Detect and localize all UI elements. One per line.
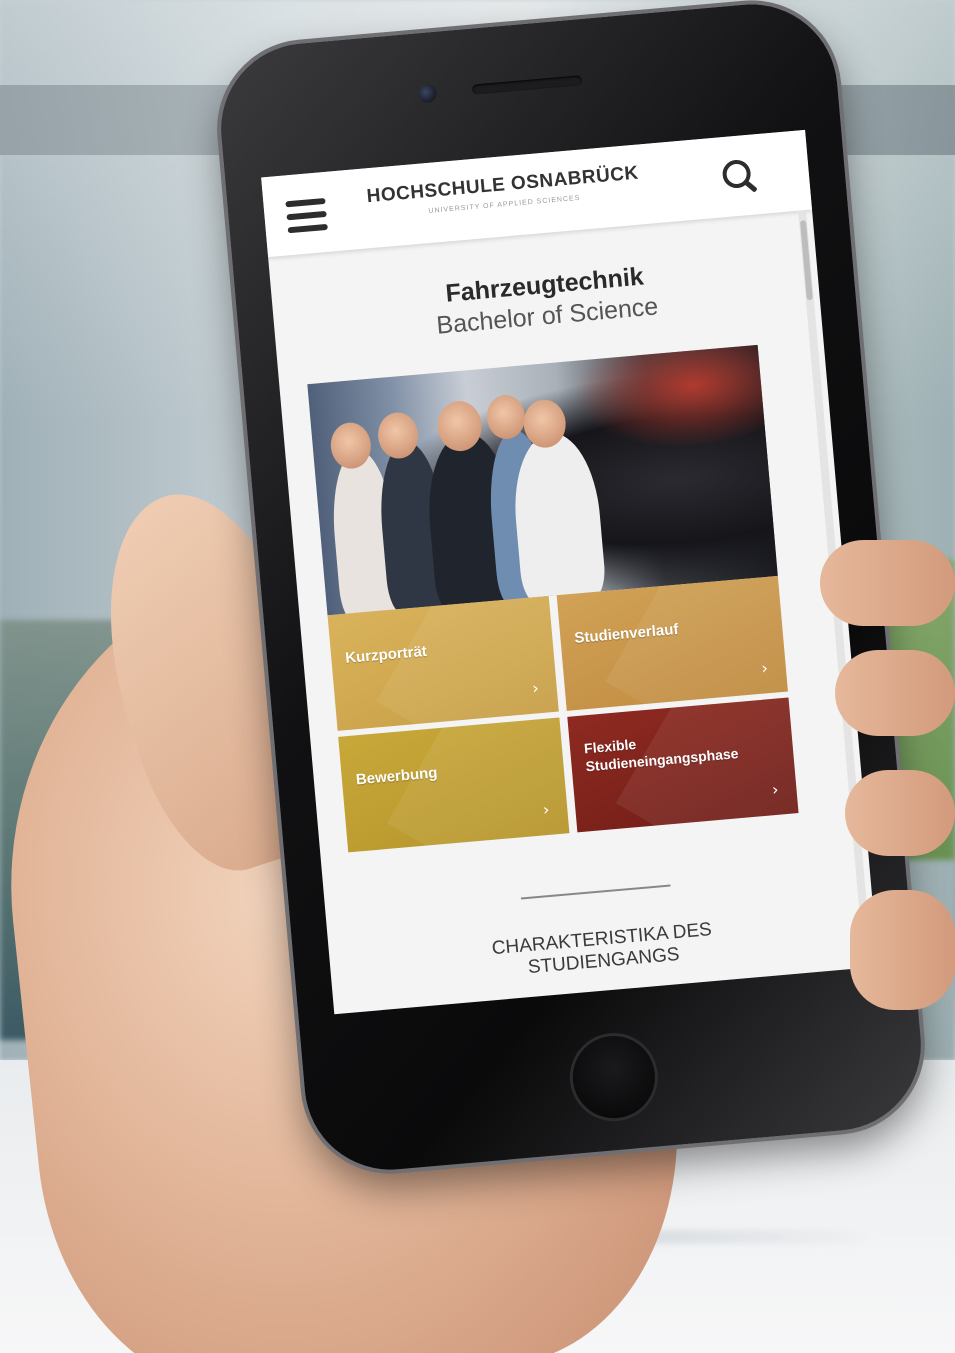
tile-label: Kurzporträt <box>344 642 428 667</box>
navigation-tiles: Kurzporträt › Studienverlauf › Bewerbung… <box>327 575 799 853</box>
finger <box>845 770 955 856</box>
finger <box>850 890 955 1010</box>
university-logo[interactable]: HOCHSCHULE OSNABRÜCK UNIVERSITY OF APPLI… <box>352 161 654 221</box>
phone-screen: HOCHSCHULE OSNABRÜCK UNIVERSITY OF APPLI… <box>261 129 879 1015</box>
search-icon[interactable] <box>719 156 762 199</box>
tile-studienverlauf[interactable]: Studienverlauf › <box>556 575 788 711</box>
tile-label: Studienverlauf <box>573 620 680 647</box>
tile-bewerbung[interactable]: Bewerbung › <box>338 717 570 853</box>
chevron-right-icon: › <box>771 779 780 800</box>
chevron-right-icon: › <box>542 799 551 820</box>
hero-image-students-workshop <box>307 344 778 616</box>
chevron-right-icon: › <box>531 678 540 698</box>
tile-label: Bewerbung <box>355 764 439 789</box>
hamburger-menu-icon[interactable] <box>285 197 328 234</box>
chevron-right-icon: › <box>760 658 769 678</box>
finger <box>820 540 955 626</box>
finger <box>835 650 955 736</box>
tile-kurzportraet[interactable]: Kurzporträt › <box>327 595 559 731</box>
photo-scene: HOCHSCHULE OSNABRÜCK UNIVERSITY OF APPLI… <box>0 0 955 1353</box>
tile-flexible-studieneingangsphase[interactable]: Flexible Studieneingangsphase › <box>567 697 799 833</box>
tile-label: Flexible Studieneingangsphase <box>583 735 740 775</box>
page-title-block: Fahrzeugtechnik Bachelor of Science <box>271 247 820 354</box>
section-divider <box>520 884 671 900</box>
